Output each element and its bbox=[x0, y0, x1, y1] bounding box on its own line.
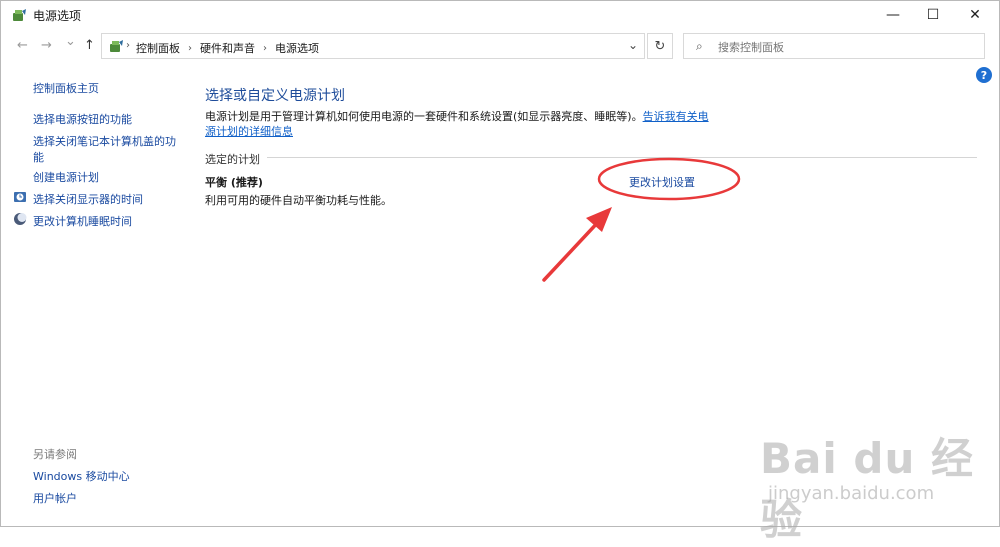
window-title: 电源选项 bbox=[33, 9, 82, 23]
left-pane: 控制面板主页 选择电源按钮的功能 选择关闭笔记本计算机盖的功 能 创建电源计划 … bbox=[1, 71, 191, 528]
search-icon: ⌕ bbox=[696, 39, 703, 53]
refresh-button[interactable]: ↻ bbox=[647, 33, 673, 59]
refresh-icon: ↻ bbox=[654, 38, 666, 54]
sidebar-item-power-button[interactable]: 选择电源按钮的功能 bbox=[33, 111, 132, 127]
breadcrumb: 控制面板 › 硬件和声音 › 电源选项 bbox=[136, 40, 319, 56]
watermark-url: jingyan.baidu.com bbox=[768, 483, 935, 504]
sidebar-item-display-off[interactable]: 选择关闭显示器的时间 bbox=[33, 191, 143, 207]
see-also-title: 另请参阅 bbox=[33, 448, 77, 461]
plan-name: 平衡 (推荐) bbox=[205, 176, 263, 189]
address-row: ← → ⌄ ↑ › 控制面板 › 硬件和声音 › 电源选项 ⌄ ↻ ⌕ bbox=[1, 32, 1000, 60]
sidebar-item-lid-close-cont[interactable]: 能 bbox=[33, 149, 44, 165]
control-panel-icon bbox=[110, 40, 123, 52]
power-options-icon bbox=[13, 9, 26, 21]
breadcrumb-separator: › bbox=[126, 40, 130, 51]
page-description: 电源计划是用于管理计算机如何使用电源的一套硬件和系统设置(如显示器亮度、睡眠等)… bbox=[205, 109, 715, 139]
close-icon: ✕ bbox=[969, 7, 981, 23]
breadcrumb-item-power-options[interactable]: 电源选项 bbox=[275, 40, 319, 56]
breadcrumb-separator[interactable]: › bbox=[263, 43, 267, 54]
up-button[interactable]: ↑ bbox=[84, 38, 95, 53]
sidebar-item-create-plan[interactable]: 创建电源计划 bbox=[33, 169, 99, 185]
plan-description: 利用可用的硬件自动平衡功耗与性能。 bbox=[205, 194, 392, 207]
close-button[interactable]: ✕ bbox=[957, 1, 993, 29]
moon-icon bbox=[14, 213, 27, 225]
minimize-button[interactable]: — bbox=[875, 1, 911, 29]
section-title: 选定的计划 bbox=[205, 153, 260, 166]
address-bar[interactable]: › 控制面板 › 硬件和声音 › 电源选项 ⌄ bbox=[101, 33, 645, 59]
breadcrumb-item-hardware-sound[interactable]: 硬件和声音 bbox=[200, 40, 255, 56]
watermark: Bai du 经验 jingyan.baidu.com bbox=[760, 425, 990, 544]
see-also-mobility-center[interactable]: Windows 移动中心 bbox=[33, 468, 130, 484]
control-panel-home-link[interactable]: 控制面板主页 bbox=[33, 80, 99, 96]
title-bar: 电源选项 — ☐ ✕ bbox=[1, 1, 1000, 29]
clock-icon bbox=[14, 192, 26, 202]
address-dropdown-button[interactable]: ⌄ bbox=[628, 38, 638, 52]
search-box[interactable]: ⌕ bbox=[683, 33, 985, 59]
sidebar-item-lid-close[interactable]: 选择关闭笔记本计算机盖的功 bbox=[33, 133, 176, 149]
page-title: 选择或自定义电源计划 bbox=[205, 88, 345, 104]
breadcrumb-item-control-panel[interactable]: 控制面板 bbox=[136, 40, 180, 56]
back-button[interactable]: ← bbox=[17, 38, 28, 53]
change-plan-settings-link[interactable]: 更改计划设置 bbox=[629, 174, 695, 190]
maximize-button[interactable]: ☐ bbox=[915, 1, 951, 29]
maximize-icon: ☐ bbox=[926, 7, 940, 23]
recent-locations-button[interactable]: ⌄ bbox=[65, 34, 76, 49]
sidebar-item-sleep-time[interactable]: 更改计算机睡眠时间 bbox=[33, 213, 132, 229]
description-text: 电源计划是用于管理计算机如何使用电源的一套硬件和系统设置(如显示器亮度、睡眠等)… bbox=[205, 110, 643, 123]
breadcrumb-separator[interactable]: › bbox=[188, 43, 192, 54]
search-input[interactable] bbox=[716, 38, 980, 56]
forward-button[interactable]: → bbox=[41, 38, 52, 53]
section-divider bbox=[267, 157, 977, 158]
minimize-icon: — bbox=[886, 7, 900, 23]
see-also-user-accounts[interactable]: 用户帐户 bbox=[33, 490, 77, 506]
